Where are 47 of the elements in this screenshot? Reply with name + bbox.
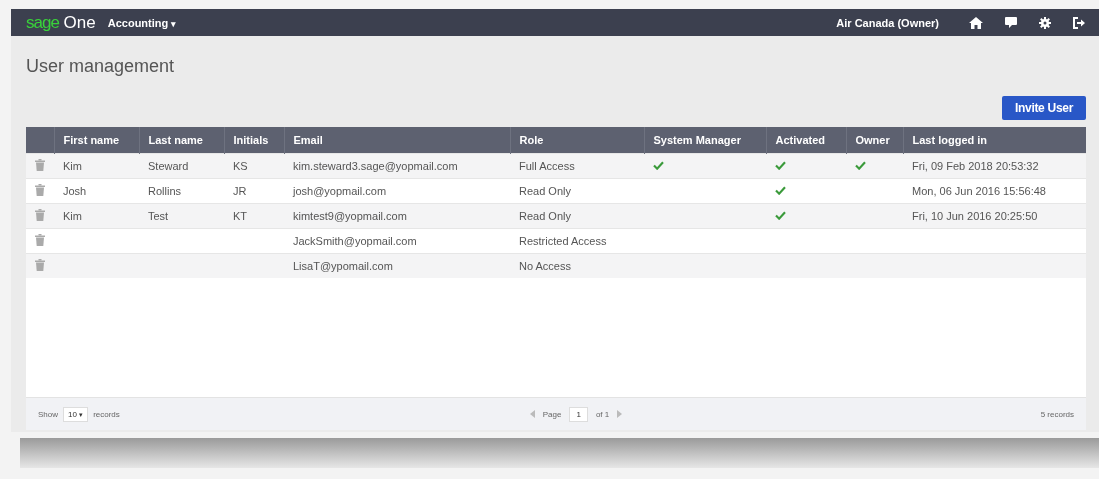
table-cell: KS bbox=[233, 160, 248, 172]
table-cell: kim.steward3.sage@yopmail.com bbox=[293, 160, 458, 172]
table-cell: josh@yopmail.com bbox=[293, 185, 387, 197]
logo[interactable]: sage One bbox=[26, 12, 96, 33]
table-cell: Josh bbox=[63, 185, 87, 197]
table-cell: Mon, 06 Jun 2016 15:56:48 bbox=[912, 185, 1046, 197]
table-cell: Fri, 10 Jun 2016 20:25:50 bbox=[912, 210, 1038, 222]
table-cell: LisaT@ypomail.com bbox=[293, 260, 393, 272]
table-cell: Read Only bbox=[519, 210, 571, 222]
trash-icon[interactable] bbox=[35, 209, 45, 221]
trash-icon[interactable] bbox=[35, 234, 45, 246]
table-cell: kimtest9@yopmail.com bbox=[293, 210, 407, 222]
trash-icon[interactable] bbox=[35, 259, 45, 271]
trash-icon[interactable] bbox=[35, 184, 45, 196]
column-header[interactable]: Last logged in bbox=[912, 134, 988, 146]
trash-icon[interactable] bbox=[35, 159, 45, 171]
page-count: of 1 bbox=[595, 409, 610, 419]
account-name[interactable]: Air Canada (Owner) bbox=[836, 16, 939, 29]
table-cell: No Access bbox=[519, 260, 571, 272]
show-label: Show bbox=[38, 409, 58, 419]
table-cell: Steward bbox=[148, 160, 189, 172]
records-label: records bbox=[93, 409, 120, 419]
table-cell: KT bbox=[233, 210, 248, 222]
page-input[interactable]: 1 bbox=[569, 406, 588, 422]
page-title: User management bbox=[26, 56, 176, 77]
table-cell: Full Access bbox=[519, 160, 575, 172]
column-header[interactable]: Role bbox=[519, 134, 544, 146]
table-cell: JR bbox=[233, 185, 247, 197]
table-cell: Kim bbox=[63, 210, 82, 222]
invite-user-button[interactable]: Invite User bbox=[1001, 96, 1086, 120]
table-cell: Rollins bbox=[148, 185, 181, 197]
table-cell: Read Only bbox=[519, 185, 571, 197]
logout-icon[interactable] bbox=[1073, 16, 1085, 29]
next-page-icon[interactable] bbox=[617, 410, 623, 418]
table-cell: Kim bbox=[63, 160, 82, 172]
home-icon[interactable] bbox=[969, 16, 983, 29]
table-cell: Test bbox=[148, 210, 169, 222]
table-cell: Fri, 09 Feb 2018 20:53:32 bbox=[912, 160, 1039, 172]
settings-icon[interactable] bbox=[1039, 16, 1051, 29]
previous-page-icon[interactable] bbox=[529, 410, 535, 418]
table-cell: Restricted Access bbox=[519, 235, 607, 247]
module-menu[interactable]: Accounting ▾ bbox=[107, 16, 177, 29]
chat-icon[interactable] bbox=[1005, 16, 1017, 29]
column-header[interactable]: Email bbox=[293, 134, 323, 146]
record-count: 5 records bbox=[1040, 409, 1074, 419]
table-cell: JackSmith@yopmail.com bbox=[293, 235, 417, 247]
page-label: Page bbox=[542, 409, 562, 419]
